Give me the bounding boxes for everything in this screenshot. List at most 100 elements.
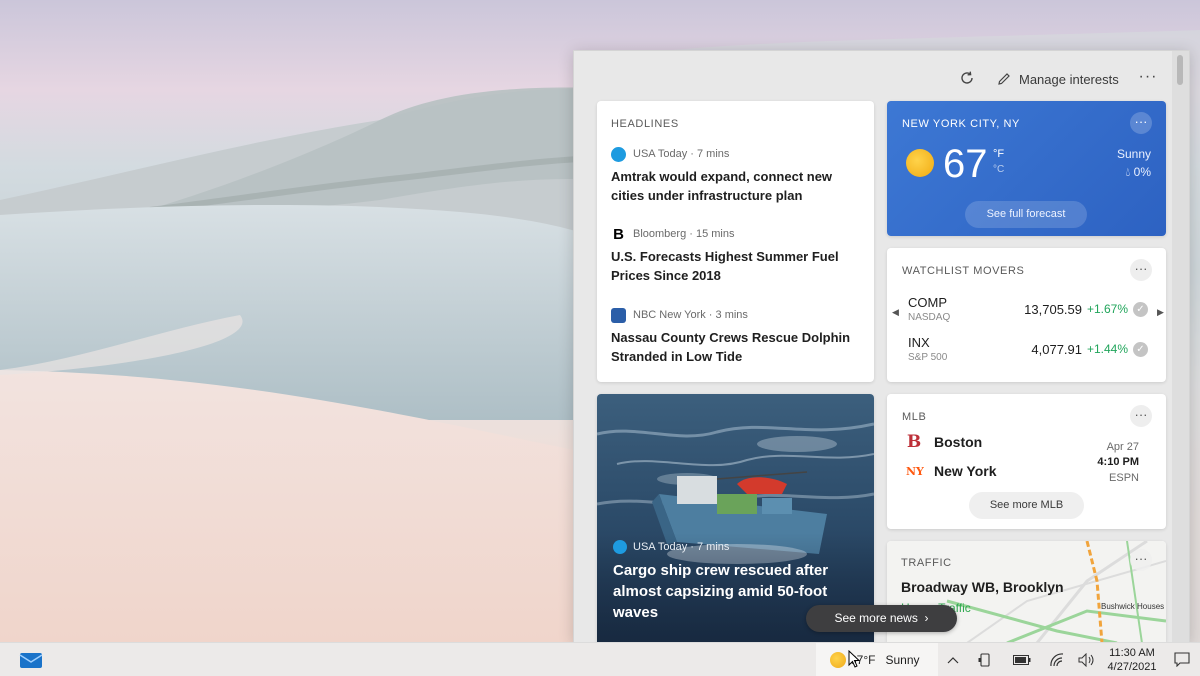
chevron-up-icon [947,656,959,663]
device-icon [978,652,990,667]
panel-header: Manage interests ··· [574,51,1189,101]
headline-story[interactable]: B Bloomberg · 15 mins U.S. Forecasts Hig… [611,226,866,285]
precip-value: 0% [1133,165,1151,179]
panel-scrollbar[interactable] [1172,51,1189,643]
watchlist-movers-card: WATCHLIST MOVERS ··· ◀ ▶ COMP NASDAQ 13,… [887,248,1166,382]
stock-row[interactable]: INX S&P 500 4,077.91 +1.44% ✓ [908,335,1148,369]
team-name: New York [934,463,997,479]
stock-change: +1.44% [1086,342,1128,356]
chevron-left-icon[interactable]: ◀ [892,307,899,318]
headlines-title: HEADLINES [611,118,679,130]
stock-row[interactable]: COMP NASDAQ 13,705.59 +1.67% ✓ [908,295,1148,329]
manage-interests-label: Manage interests [1019,71,1119,87]
headline-story[interactable]: NBC New York · 3 mins Nassau County Crew… [611,307,866,366]
story-source-row: NBC New York · 3 mins [611,307,866,323]
panel-more-options-button[interactable]: ··· [1136,67,1160,87]
headline-story[interactable]: USA Today · 7 mins Amtrak would expand, … [611,146,866,205]
check-icon[interactable]: ✓ [1133,342,1148,357]
bloomberg-logo-icon: B [611,226,626,242]
weather-precipitation: 💧︎ 0% [1126,165,1152,180]
see-more-mlb-button[interactable]: See more MLB [969,492,1084,519]
see-full-forecast-button[interactable]: See full forecast [965,201,1087,228]
team-row-boston[interactable]: B Boston [906,432,982,452]
speaker-icon [1078,652,1094,667]
see-more-news-button[interactable]: See more news › [806,605,957,632]
game-date: Apr 27 [1106,441,1139,453]
fahrenheit-toggle[interactable]: °F [993,148,1004,160]
clock-date: 4/27/2021 [1107,661,1157,673]
news-and-interests-taskbar-button[interactable]: 67°F Sunny [816,643,938,676]
stock-symbol: INX [908,335,930,350]
sunny-icon [830,651,846,668]
taskbar-condition: Sunny [885,652,920,667]
weather-more-button[interactable]: ··· [1130,112,1152,134]
mlb-card: MLB ··· B Boston NY New York Apr 27 4:10… [887,394,1166,529]
team-name: Boston [934,434,983,450]
device-tray-button[interactable] [975,643,995,676]
stock-change: +1.67% [1086,302,1128,316]
refresh-button[interactable] [957,68,977,88]
refresh-icon [961,71,973,84]
headlines-card: HEADLINES USA Today · 7 mins Amtrak woul… [597,101,874,382]
taskbar: 67°F Sunny 11:30 AM 4/27/2021 [0,642,1200,676]
chevron-right-icon[interactable]: ▶ [1157,307,1164,318]
battery-tray-button[interactable] [1010,643,1034,676]
story-source: USA Today · 7 mins [633,541,730,553]
story-headline: Amtrak would expand, connect new cities … [611,169,833,203]
show-hidden-icons-button[interactable] [944,643,962,676]
notification-icon [1174,652,1190,667]
stock-price: 4,077.91 [1031,342,1082,357]
story-headline: U.S. Forecasts Highest Summer Fuel Price… [611,249,839,283]
usa-today-logo-icon [611,146,626,162]
celsius-toggle[interactable]: °C [993,164,1004,175]
stock-price: 13,705.59 [1024,302,1082,317]
stock-symbol: COMP [908,295,947,310]
story-source-row: B Bloomberg · 15 mins [611,226,866,242]
mlb-more-button[interactable]: ··· [1130,405,1152,427]
sunny-icon [906,149,934,177]
mets-logo-icon: NY [906,464,924,478]
mouse-cursor-icon [848,650,860,668]
usa-today-logo-icon [613,540,627,554]
wifi-icon [1050,652,1064,666]
team-row-new-york[interactable]: NY New York [906,463,997,479]
action-center-button[interactable] [1170,643,1194,676]
game-network: ESPN [1109,472,1139,484]
pencil-icon [998,73,1010,85]
mail-icon [19,653,43,668]
stock-exchange: NASDAQ [908,312,951,323]
weather-temperature: 67 [943,142,988,186]
story-headline: Nassau County Crews Rescue Dolphin Stran… [611,330,851,364]
weather-condition: Sunny [1116,147,1151,161]
volume-tray-button[interactable] [1076,643,1098,676]
manage-interests-button[interactable]: Manage interests [996,68,1119,90]
map-place-label: Bushwick Houses [1101,602,1165,611]
stock-exchange: S&P 500 [908,352,948,363]
scrollbar-thumb[interactable] [1177,55,1183,85]
traffic-title: TRAFFIC [901,557,952,569]
watchlist-title: WATCHLIST MOVERS [902,265,1025,277]
clock-time: 11:30 AM [1109,647,1155,659]
traffic-more-button[interactable]: ··· [1130,549,1152,571]
wifi-tray-button[interactable] [1046,643,1068,676]
story-source: USA Today · 7 mins [633,148,730,160]
battery-icon [1013,654,1031,665]
chevron-right-icon: › [921,611,929,625]
taskbar-clock[interactable]: 11:30 AM 4/27/2021 [1104,646,1160,674]
see-more-news-label: See more news [834,611,918,625]
traffic-road: Broadway WB, Brooklyn [901,579,1064,595]
check-icon[interactable]: ✓ [1133,302,1148,317]
story-source-row: USA Today · 7 mins [611,146,866,162]
weather-card[interactable]: NEW YORK CITY, NY ··· 67 °F °C Sunny 💧︎ … [887,101,1166,236]
red-sox-logo-icon: B [906,432,922,452]
news-and-interests-panel: Manage interests ··· HEADLINES USA Today… [573,50,1190,643]
weather-location: NEW YORK CITY, NY [902,118,1020,130]
mlb-title: MLB [902,411,927,423]
story-source: Bloomberg · 15 mins [633,228,735,240]
raindrop-icon: 💧︎ [1125,165,1131,179]
game-time: 4:10 PM [1097,456,1139,468]
story-source: NBC New York · 3 mins [633,309,748,321]
nbc-logo-icon [611,307,626,323]
mail-app-icon[interactable] [19,651,43,669]
watchlist-more-button[interactable]: ··· [1130,259,1152,281]
